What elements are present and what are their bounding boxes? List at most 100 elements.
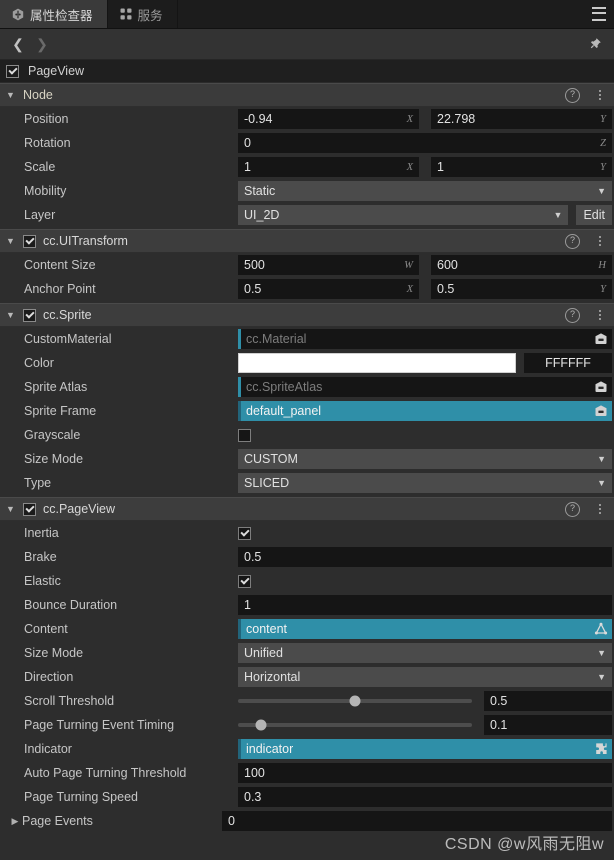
hamburger-menu-icon[interactable] — [584, 0, 614, 28]
property-input-y[interactable]: 22.798 Y — [431, 109, 612, 129]
property-label: Inertia — [24, 526, 59, 540]
tab-services[interactable]: 服务 — [108, 0, 178, 28]
property-input-x[interactable]: 1X — [238, 157, 419, 177]
asset-reference-value: content — [246, 622, 288, 636]
pin-icon[interactable] — [584, 33, 606, 55]
property-row: Direction Horizontal ▼ — [0, 665, 614, 689]
property-input-x[interactable]: -0.94 X — [238, 109, 419, 129]
component-header-sprite[interactable]: ▼ cc.Sprite? — [0, 303, 614, 327]
tab-services-label: 服务 — [137, 8, 163, 23]
inspector-panel: 属性检查器 服务 ❮ ❯ PageView ▼ Node ? Position … — [0, 0, 614, 860]
kebab-menu-icon[interactable] — [594, 90, 606, 100]
asset-reference-field[interactable]: indicator — [238, 739, 612, 759]
property-label: Type — [24, 476, 52, 490]
color-swatch[interactable] — [238, 353, 516, 373]
axis-label: Z — [600, 137, 606, 149]
chevron-left-icon[interactable]: ❮ — [6, 32, 30, 56]
component-header-uitransform[interactable]: ▼ cc.UITransform? — [0, 229, 614, 253]
property-row: Type SLICED ▼ — [0, 471, 614, 495]
chevron-right-icon[interactable]: ▶ — [8, 816, 22, 827]
property-value: 100 — [244, 766, 265, 780]
property-field: default_panel — [238, 401, 612, 421]
property-row: Content content — [0, 617, 614, 641]
property-value-y: 22.798 — [437, 112, 476, 126]
property-field: indicator — [238, 739, 612, 759]
axis-label-y: Y — [600, 161, 606, 173]
chevron-right-icon[interactable]: ❯ — [30, 32, 54, 56]
property-input-x[interactable]: 500 W — [238, 255, 419, 275]
property-select[interactable]: CUSTOM ▼ — [238, 449, 612, 469]
chevron-down-icon[interactable]: ▼ — [5, 236, 16, 247]
property-checkbox[interactable] — [238, 526, 251, 540]
slider-knob[interactable] — [255, 719, 267, 731]
property-row: CustomMaterial cc.Material — [0, 327, 614, 351]
property-input-y[interactable]: 0.5 Y — [431, 279, 612, 299]
asset-box-icon — [588, 380, 608, 394]
chevron-down-icon[interactable]: ▼ — [5, 504, 16, 515]
property-input-y[interactable]: 600 H — [431, 255, 612, 275]
property-row: Anchor Point 0.5 X 0.5 Y — [0, 277, 614, 301]
property-label: Content Size — [24, 258, 96, 272]
asset-reference-field[interactable]: content — [238, 619, 612, 639]
component-header-node[interactable]: ▼ Node? — [0, 83, 614, 107]
node-name-row[interactable]: PageView — [0, 60, 614, 83]
property-input-y[interactable]: 1Y — [431, 157, 612, 177]
slider-value-input[interactable]: 0.1 — [484, 715, 612, 735]
property-checkbox[interactable] — [238, 574, 251, 588]
property-input[interactable]: 0Z — [238, 133, 612, 153]
property-checkbox[interactable] — [238, 428, 251, 442]
property-value: 0.5 — [490, 694, 508, 708]
property-field: Static ▼ — [238, 181, 612, 201]
chevron-down-icon: ▼ — [597, 186, 606, 196]
asset-reference-field[interactable]: cc.SpriteAtlas — [238, 377, 612, 397]
node-enabled-checkbox[interactable] — [6, 64, 19, 78]
help-circle-icon[interactable]: ? — [565, 501, 580, 517]
kebab-menu-icon[interactable] — [594, 310, 606, 320]
component-enabled-checkbox[interactable] — [23, 502, 36, 516]
property-input[interactable]: 0.3 — [238, 787, 612, 807]
slider-knob[interactable] — [349, 695, 361, 707]
color-hex-value[interactable]: FFFFFF — [524, 353, 612, 373]
slider-track — [238, 695, 472, 707]
chevron-down-icon[interactable]: ▼ — [5, 310, 16, 321]
property-value-x: -0.94 — [244, 112, 273, 126]
property-input-x[interactable]: 0.5 X — [238, 279, 419, 299]
property-select[interactable]: UI_2D ▼ — [238, 205, 569, 225]
property-row: Indicator indicator — [0, 737, 614, 761]
property-input[interactable]: 1 — [238, 595, 612, 615]
property-label: Bounce Duration — [24, 598, 118, 612]
slider-value-input[interactable]: 0.5 — [484, 691, 612, 711]
edit-layer-button[interactable]: Edit — [576, 205, 612, 225]
property-input[interactable]: 0.5 — [238, 547, 612, 567]
property-select[interactable]: Unified ▼ — [238, 643, 612, 663]
component-enabled-checkbox[interactable] — [23, 308, 36, 322]
component-enabled-checkbox[interactable] — [23, 234, 36, 248]
property-slider[interactable] — [238, 691, 480, 711]
property-label: Content — [24, 622, 68, 636]
property-slider[interactable] — [238, 715, 480, 735]
property-field — [238, 428, 612, 442]
component-header-pageview[interactable]: ▼ cc.PageView? — [0, 497, 614, 521]
property-select-value: UI_2D — [244, 208, 280, 222]
property-select[interactable]: SLICED ▼ — [238, 473, 612, 493]
chevron-down-icon[interactable]: ▼ — [5, 90, 16, 101]
kebab-menu-icon[interactable] — [594, 504, 606, 514]
property-select[interactable]: Static ▼ — [238, 181, 612, 201]
help-circle-icon[interactable]: ? — [565, 233, 580, 249]
property-row: Bounce Duration 1 — [0, 593, 614, 617]
tab-inspector[interactable]: 属性检查器 — [0, 0, 108, 28]
property-row: Sprite Atlas cc.SpriteAtlas — [0, 375, 614, 399]
property-select-value: CUSTOM — [244, 452, 298, 466]
property-label: Sprite Atlas — [24, 380, 88, 394]
property-field: 500 W 600 H — [238, 255, 612, 275]
help-circle-icon[interactable]: ? — [565, 307, 580, 323]
property-input[interactable]: 100 — [238, 763, 612, 783]
property-select[interactable]: Horizontal ▼ — [238, 667, 612, 687]
asset-reference-field[interactable]: default_panel — [238, 401, 612, 421]
kebab-menu-icon[interactable] — [594, 236, 606, 246]
property-label: Scroll Threshold — [24, 694, 115, 708]
property-input[interactable]: 0 — [222, 811, 612, 831]
asset-reference-field[interactable]: cc.Material — [238, 329, 612, 349]
property-label: Brake — [24, 550, 57, 564]
help-circle-icon[interactable]: ? — [565, 87, 580, 103]
